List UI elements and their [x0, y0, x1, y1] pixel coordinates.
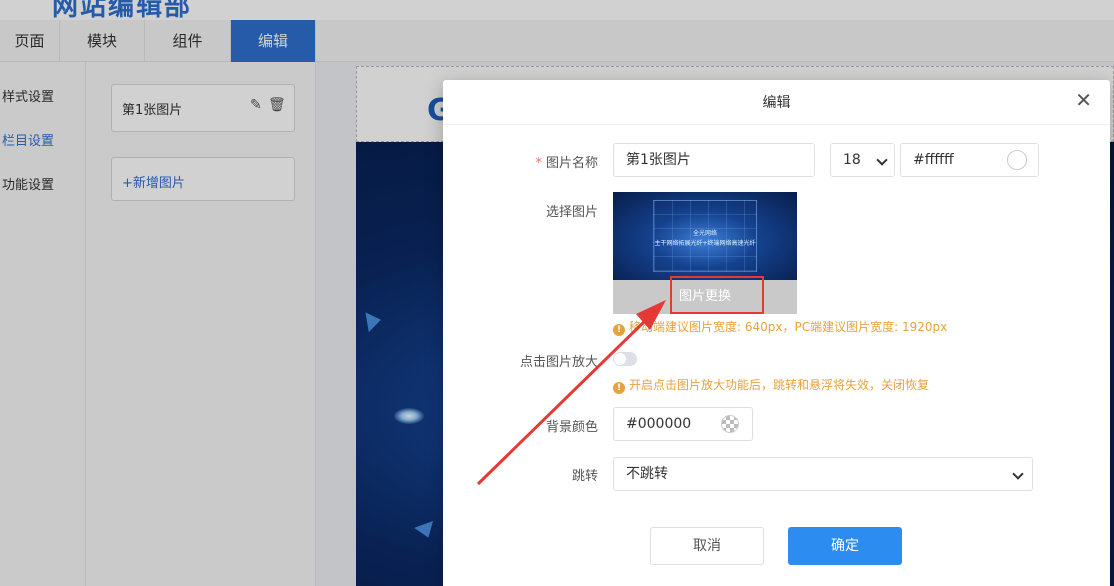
select-image-label: 选择图片 — [545, 205, 598, 220]
zoom-tip: ! 开启点击图片放大功能后，跳转和悬浮将失效，关闭恢复 — [613, 376, 929, 394]
color-picker-icon[interactable] — [1007, 150, 1027, 170]
chevron-down-icon — [876, 154, 888, 166]
bg-color-value: #000000 — [626, 416, 692, 432]
toggle-knob — [614, 353, 626, 365]
image-thumbnail: 全光网络 主干网络拓展光纤+终端网络高速光纤 — [613, 192, 797, 280]
warning-icon: ! — [613, 382, 625, 394]
text-color-input[interactable]: #ffffff — [900, 143, 1039, 177]
bg-color-input[interactable]: #000000 — [613, 407, 753, 441]
thumbnail-title: 全光网络 — [692, 230, 717, 237]
bg-color-label: 背景颜色 — [545, 420, 598, 435]
close-icon[interactable]: ✕ — [1075, 90, 1092, 110]
edit-dialog: 编辑 ✕ * 图片名称 第1张图片 18 #ffffff 选择图片 全光网络 主干… — [443, 80, 1110, 586]
zoom-tip-text: 开启点击图片放大功能后，跳转和悬浮将失效，关闭恢复 — [629, 378, 930, 392]
size-tip-text: 移动端建议图片宽度: 640px，PC端建议图片宽度: 1920px — [629, 320, 948, 334]
jump-value: 不跳转 — [626, 466, 668, 482]
size-tip: ! 移动端建议图片宽度: 640px，PC端建议图片宽度: 1920px — [613, 318, 947, 336]
transparent-color-icon[interactable] — [721, 415, 739, 433]
zoom-toggle[interactable] — [613, 352, 637, 366]
cancel-button[interactable]: 取消 — [650, 527, 764, 565]
jump-label: 跳转 — [571, 469, 598, 484]
confirm-button[interactable]: 确定 — [788, 527, 902, 565]
font-size-select[interactable]: 18 — [830, 143, 895, 177]
warning-icon: ! — [613, 324, 625, 336]
jump-select[interactable]: 不跳转 — [613, 457, 1033, 491]
dialog-title: 编辑 — [762, 95, 791, 111]
dialog-divider — [443, 124, 1110, 125]
thumbnail-subtitle: 主干网络拓展光纤+终端网络高速光纤 — [654, 240, 756, 247]
chevron-down-icon — [1012, 468, 1024, 480]
image-name-input[interactable]: 第1张图片 — [613, 143, 815, 177]
font-size-value: 18 — [843, 152, 861, 168]
image-name-label: * 图片名称 — [535, 152, 598, 171]
text-color-value: #ffffff — [913, 152, 954, 168]
image-name-label-text: 图片名称 — [545, 156, 598, 171]
required-mark: * — [535, 156, 542, 171]
highlight-box — [670, 276, 764, 314]
zoom-label: 点击图片放大 — [519, 355, 598, 370]
